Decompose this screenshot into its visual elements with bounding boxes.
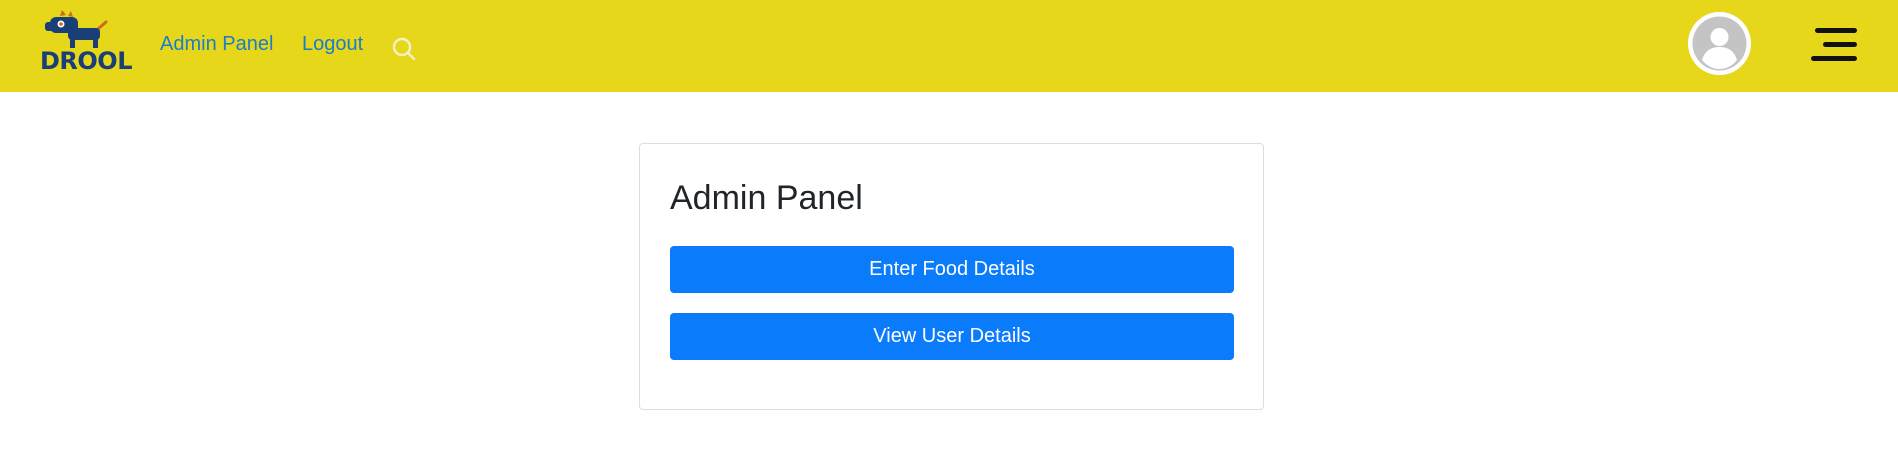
menu-line-bottom bbox=[1811, 56, 1857, 61]
menu-line-top bbox=[1815, 28, 1857, 33]
menu-line-middle bbox=[1823, 42, 1857, 47]
view-user-details-button[interactable]: View User Details bbox=[670, 313, 1234, 360]
user-avatar-icon bbox=[1688, 12, 1751, 75]
dog-logo-icon bbox=[45, 10, 108, 48]
avatar[interactable] bbox=[1688, 12, 1751, 75]
nav-link-logout[interactable]: Logout bbox=[302, 32, 363, 56]
enter-food-details-button[interactable]: Enter Food Details bbox=[670, 246, 1234, 293]
navbar: DROOL Admin Panel Logout bbox=[0, 0, 1898, 92]
hamburger-menu-icon[interactable] bbox=[1811, 28, 1857, 62]
drool-logo[interactable]: DROOL bbox=[40, 10, 133, 76]
nav-link-admin-panel[interactable]: Admin Panel bbox=[160, 32, 273, 56]
logo-text: DROOL bbox=[40, 47, 133, 75]
page-title: Admin Panel bbox=[670, 179, 863, 217]
search-icon[interactable] bbox=[391, 36, 417, 62]
admin-panel-card: Admin Panel Enter Food Details View User… bbox=[639, 143, 1264, 410]
